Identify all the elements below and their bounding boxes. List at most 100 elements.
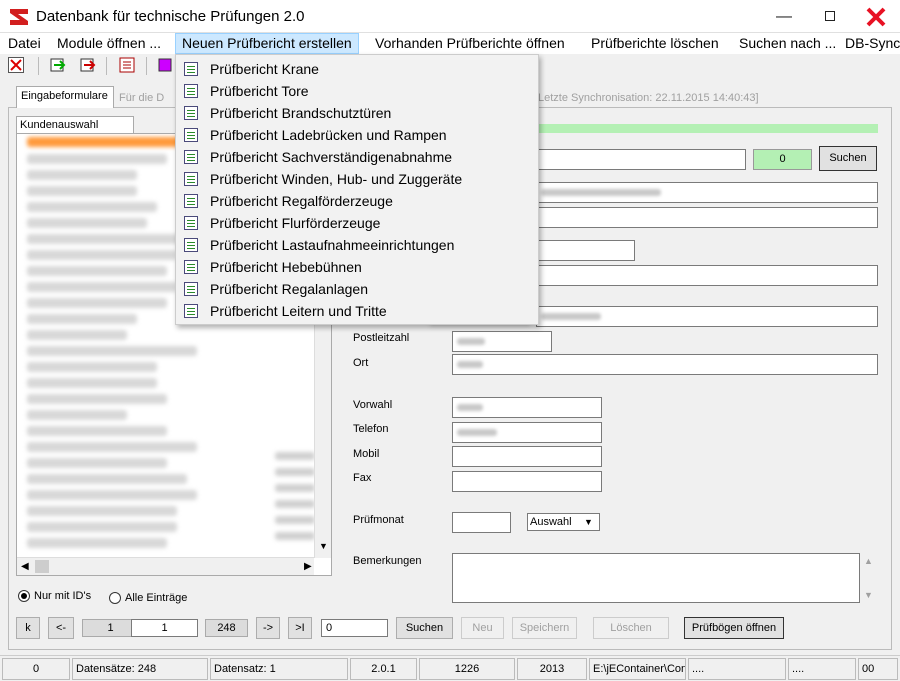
list-item[interactable] [27,266,167,276]
scroll-down-icon[interactable]: ▼ [864,590,873,600]
report-icon[interactable] [158,57,174,73]
list-item[interactable] [27,234,187,244]
menu-item-flurfoerderzeuge[interactable]: Prüfbericht Flurförderzeuge [178,212,536,234]
pruefmonat-field[interactable] [452,512,511,533]
menu-item-regalanlagen[interactable]: Prüfbericht Regalanlagen [178,278,536,300]
tab-eingabeformulare[interactable]: Eingabeformulare [16,86,114,108]
delete-button[interactable]: Löschen [593,617,669,639]
status-cell: 00 [858,658,898,680]
scroll-down-icon[interactable]: ▼ [319,541,328,551]
open-inspection-sheets-button[interactable]: Prüfbögen öffnen [684,617,784,639]
mobil-field[interactable] [452,446,602,467]
search-field[interactable] [536,149,746,170]
list-item[interactable] [27,442,197,452]
list-item[interactable] [27,218,147,228]
menu-item-winden[interactable]: Prüfbericht Winden, Hub- und Zuggeräte [178,168,536,190]
menu-vorhandene-pruefberichte[interactable]: Vorhanden Prüfberichte öffnen [369,33,571,54]
export-icon[interactable] [50,57,66,73]
record-search-input[interactable]: 0 [321,619,388,637]
radio-nur-mit-ids[interactable] [18,590,30,602]
nav-search-button[interactable]: Suchen [396,617,453,639]
delete-icon[interactable] [8,57,24,73]
menu-item-ladebruecken[interactable]: Prüfbericht Ladebrücken und Rampen [178,124,536,146]
menu-pruefberichte-loeschen[interactable]: Prüfberichte löschen [585,33,725,54]
scroll-right-icon[interactable]: ▶ [304,561,312,572]
radio-alle-eintraege[interactable] [109,592,121,604]
menu-item-hebebuehnen[interactable]: Prüfbericht Hebebühnen [178,256,536,278]
list-item[interactable] [27,458,167,468]
ort-field[interactable] [452,354,878,375]
list-item[interactable] [27,250,177,260]
list-item[interactable] [27,154,167,164]
kundennummer-field[interactable] [536,240,635,261]
menu-item-brandschutztueren[interactable]: Prüfbericht Brandschutztüren [178,102,536,124]
import-icon[interactable] [80,57,96,73]
first-record-button[interactable]: k [16,617,40,639]
list-item[interactable] [27,362,157,372]
list-item[interactable] [27,378,157,388]
list-item[interactable] [27,522,177,532]
tab-kundenauswahl[interactable]: Kundenauswahl [16,116,134,134]
bemerkungen-label: Bemerkungen [353,555,422,567]
list-item[interactable] [27,202,157,212]
menu-item-krane[interactable]: Prüfbericht Krane [178,58,536,80]
menu-neuen-pruefbericht[interactable]: Neuen Prüfbericht erstellen [175,33,359,54]
auswahl-select[interactable]: Auswahl ▼ [527,513,600,531]
previous-record-button[interactable]: <- [48,617,74,639]
firma-field[interactable] [536,182,878,203]
menu-item-leitern[interactable]: Prüfbericht Leitern und Tritte [178,300,536,322]
tab-fuer-die-datenbank[interactable]: Für die D [115,90,168,108]
list-item[interactable] [27,298,167,308]
list-item[interactable] [27,506,177,516]
maximize-button[interactable] [807,0,853,33]
search-button[interactable]: Suchen [819,146,877,171]
blurred-value [457,403,483,411]
postleitzahl-label: Postleitzahl [353,332,410,344]
close-button[interactable] [853,0,899,33]
list-item[interactable] [27,474,187,484]
last-record-button[interactable]: >I [288,617,312,639]
toolbar-separator [38,57,39,75]
list-item[interactable] [27,186,137,196]
menu-item-tore[interactable]: Prüfbericht Tore [178,80,536,102]
record-number-input[interactable]: 1 [131,619,198,637]
list-item[interactable] [27,394,167,404]
new-report-dropdown: Prüfbericht Krane Prüfbericht Tore Prüfb… [175,54,539,325]
list-item[interactable] [27,426,167,436]
radio-alle-eintraege-label: Alle Einträge [125,592,188,604]
list-item[interactable] [27,282,177,292]
menu-item-regalfoerderzeuge[interactable]: Prüfbericht Regalförderzeuge [178,190,536,212]
firma2-field[interactable] [536,207,878,228]
menu-item-label: Prüfbericht Tore [210,83,309,99]
list-item[interactable] [27,538,167,548]
telefon-field[interactable] [452,422,602,443]
scroll-left-icon[interactable]: ◀ [21,561,29,572]
list-item[interactable] [27,490,197,500]
list-item[interactable] [27,314,137,324]
list-item[interactable] [27,170,137,180]
next-record-button[interactable]: -> [256,617,280,639]
ansprechpartner-field[interactable] [536,265,878,286]
postleitzahl-field[interactable] [452,331,552,352]
fax-field[interactable] [452,471,602,492]
menu-item-lastaufnahmeeinrichtungen[interactable]: Prüfbericht Lastaufnahmeeinrichtungen [178,234,536,256]
list-item[interactable] [27,410,127,420]
strasse-field[interactable] [536,306,878,327]
menu-module-oeffnen[interactable]: Module öffnen ... [51,33,167,54]
list-icon[interactable] [119,57,135,73]
menu-item-sachverstaendigenabnahme[interactable]: Prüfbericht Sachverständigenabnahme [178,146,536,168]
menu-datei[interactable]: Datei [2,33,47,54]
list-item-detail [275,516,315,524]
scroll-up-icon[interactable]: ▲ [864,556,873,566]
menu-db-sync[interactable]: DB-Sync [839,33,900,54]
bemerkungen-textarea[interactable] [452,553,860,603]
list-horizontal-scrollbar[interactable]: ◀ ▶ [17,557,314,575]
list-item[interactable] [27,346,197,356]
save-button[interactable]: Speichern [512,617,577,639]
new-button[interactable]: Neu [461,617,504,639]
scroll-thumb[interactable] [35,560,49,573]
minimize-button[interactable]: — [761,0,807,33]
menu-suchen-nach[interactable]: Suchen nach ... [733,33,842,54]
list-item[interactable] [27,330,127,340]
vorwahl-field[interactable] [452,397,602,418]
